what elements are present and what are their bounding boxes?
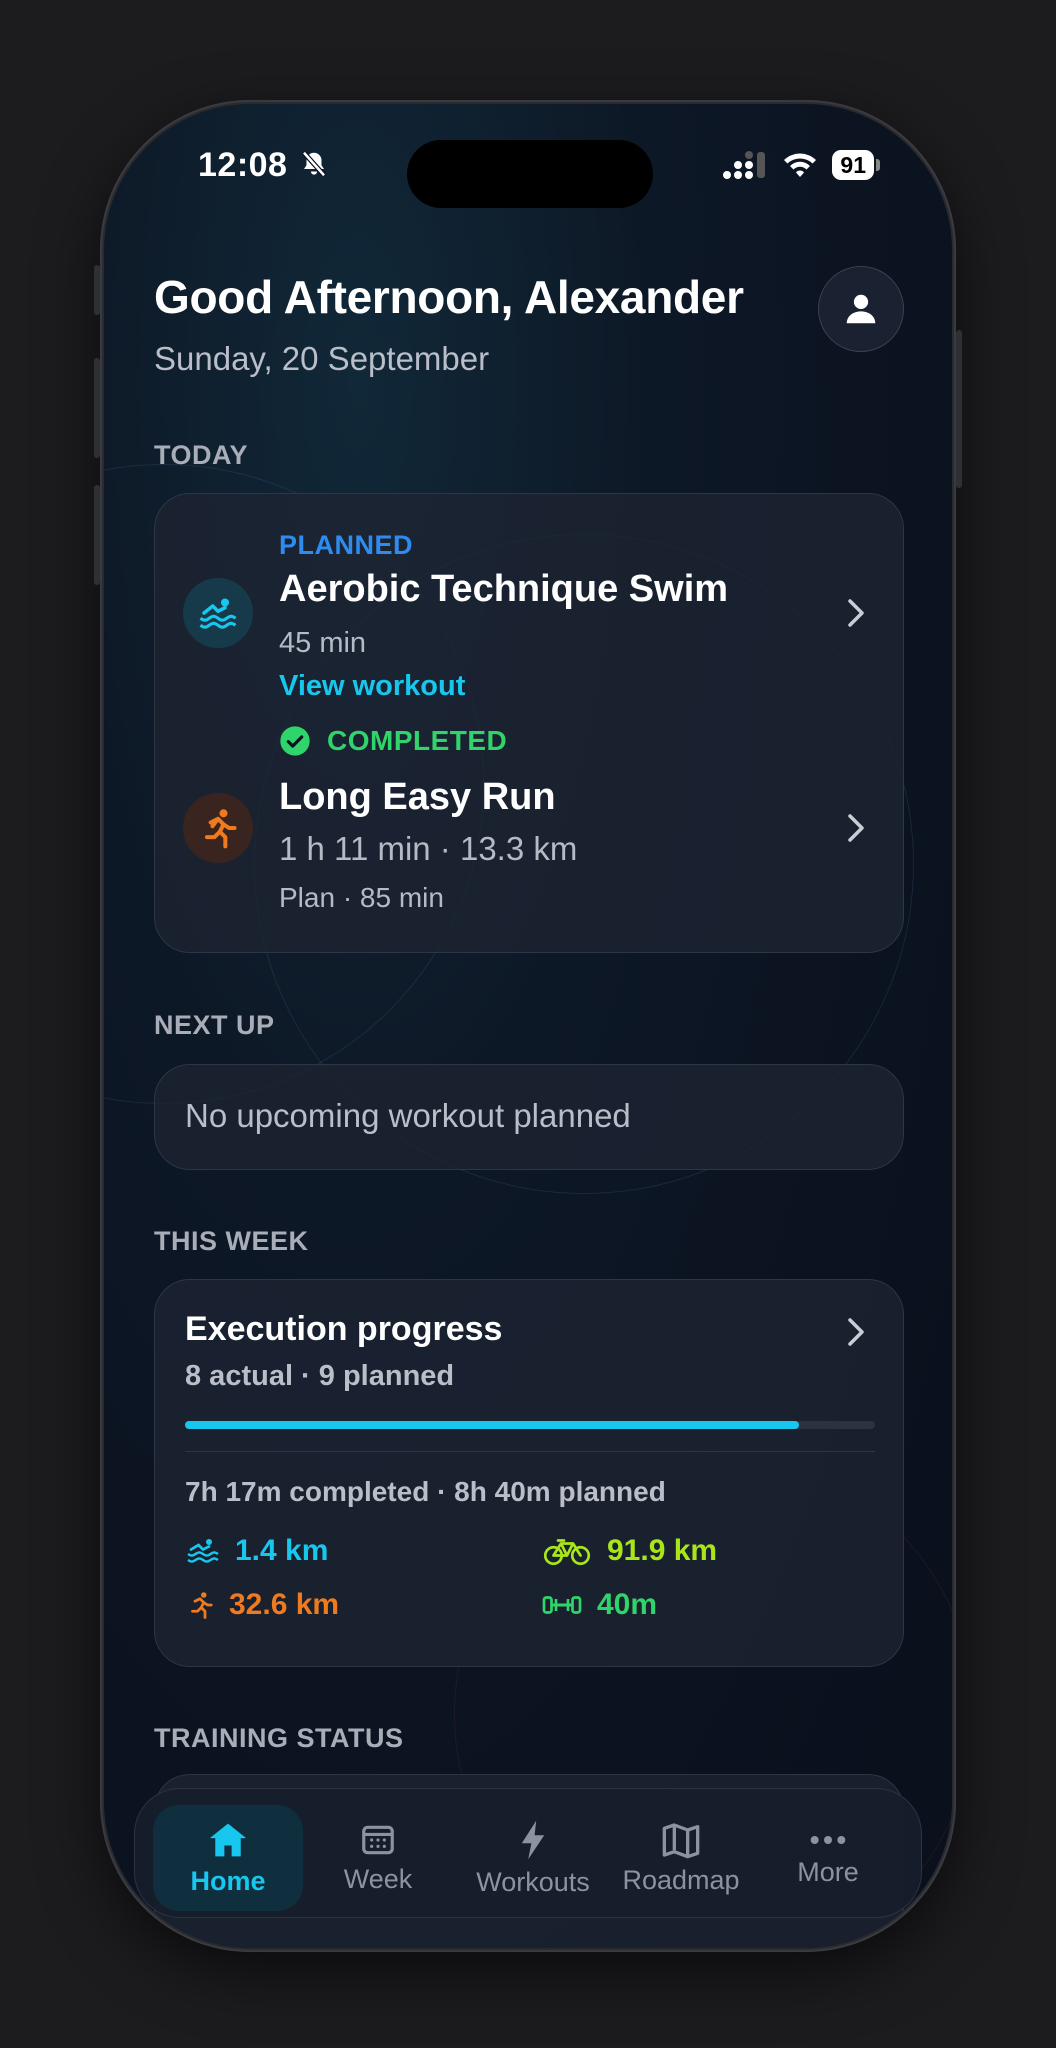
dynamic-island [407, 140, 653, 208]
next-up-message: No upcoming workout planned [185, 1097, 631, 1134]
run-stat: 32.6 km [185, 1588, 339, 1622]
status-time-text: 12:08 [198, 146, 288, 184]
execution-progress-fill [185, 1421, 800, 1429]
date-label: Sunday, 20 September [154, 340, 490, 377]
today-card: PLANNED Aerobic Technique Swim 45 min Vi… [154, 493, 904, 953]
bike-stat: 91.9 km [541, 1534, 717, 1568]
volume-down-button [94, 485, 100, 585]
profile-button[interactable] [818, 266, 904, 352]
completed-status-row: COMPLETED [279, 725, 507, 757]
run-icon [191, 1592, 213, 1619]
swim-distance: 1.4 km [235, 1534, 329, 1567]
user-icon [846, 294, 876, 324]
tab-workouts-label: Workouts [476, 1866, 590, 1897]
tab-bar: Home Week Workouts Roadmap More [134, 1788, 922, 1918]
tab-week[interactable]: Week [303, 1805, 453, 1911]
section-label-today: TODAY [154, 440, 249, 470]
bike-icon [543, 1539, 591, 1566]
map-icon [662, 1822, 700, 1858]
divider [185, 1451, 875, 1452]
chevron-right-icon [848, 1318, 864, 1346]
volume-up-button [94, 358, 100, 458]
tab-home[interactable]: Home [153, 1805, 303, 1911]
tab-home-label: Home [190, 1865, 266, 1896]
planned-title: Aerobic Technique Swim [279, 568, 729, 610]
bell-slash-icon [302, 151, 327, 177]
greeting-title: Good Afternoon, Alexander [154, 271, 744, 323]
battery-cap [876, 159, 880, 171]
tab-roadmap[interactable]: Roadmap [601, 1805, 761, 1911]
section-label-training-status: TRAINING STATUS [154, 1723, 404, 1753]
completed-plan: Plan · 85 min [279, 882, 444, 913]
battery-level: 91 [832, 150, 874, 180]
bike-distance: 91.9 km [607, 1534, 718, 1567]
screen: 12:08 91 Good Afternoon, Alexander Sunda… [104, 104, 952, 1948]
swim-stat: 1.4 km [185, 1534, 328, 1568]
completed-status: COMPLETED [327, 725, 508, 756]
strength-duration: 40m [597, 1588, 658, 1621]
completed-workout-row[interactable]: COMPLETED Long Easy Run 1 h 11 min · 13.… [155, 722, 905, 954]
calendar-icon [362, 1825, 394, 1854]
more-dots-icon [810, 1835, 846, 1844]
next-up-card: No upcoming workout planned [154, 1064, 904, 1170]
cellular-signal-icon [723, 151, 766, 179]
execution-progress-card[interactable]: Execution progress 8 actual · 9 planned … [154, 1279, 904, 1667]
completed-title: Long Easy Run [279, 776, 556, 818]
tab-more-label: More [797, 1856, 859, 1887]
tab-roadmap-label: Roadmap [622, 1864, 740, 1895]
planned-workout-row[interactable]: PLANNED Aerobic Technique Swim 45 min Vi… [155, 494, 905, 709]
wifi-icon [784, 153, 817, 177]
week-summary: 7h 17m completed · 8h 40m planned [185, 1476, 666, 1507]
power-button [956, 330, 962, 488]
view-workout-link[interactable]: View workout [279, 670, 465, 703]
tab-week-label: Week [343, 1863, 413, 1894]
home-icon [209, 1823, 247, 1856]
status-icons: 91 [722, 150, 880, 180]
tab-more[interactable]: More [753, 1805, 903, 1911]
execution-progress-title: Execution progress [185, 1310, 503, 1348]
completed-stats: 1 h 11 min · 13.3 km [279, 830, 578, 867]
execution-progress-bar [185, 1421, 875, 1429]
section-label-this-week: THIS WEEK [154, 1226, 309, 1256]
strength-stat: 40m [541, 1588, 657, 1622]
action-button [94, 265, 100, 315]
battery-indicator: 91 [832, 150, 880, 180]
check-circle-icon [280, 726, 310, 756]
planned-duration: 45 min [279, 627, 367, 659]
run-distance: 32.6 km [229, 1588, 340, 1621]
status-time: 12:08 [198, 146, 329, 185]
planned-status: PLANNED [279, 530, 414, 560]
dumbbell-icon [542, 1596, 582, 1614]
run-icon [183, 793, 253, 863]
tab-workouts[interactable]: Workouts [453, 1805, 613, 1911]
swim-icon [187, 1539, 219, 1563]
chevron-right-icon [848, 814, 864, 842]
execution-progress-subtitle: 8 actual · 9 planned [185, 1360, 455, 1392]
swim-icon [183, 578, 253, 648]
section-label-next-up: NEXT UP [154, 1010, 275, 1040]
lightning-icon [521, 1820, 545, 1859]
chevron-right-icon [848, 599, 864, 627]
